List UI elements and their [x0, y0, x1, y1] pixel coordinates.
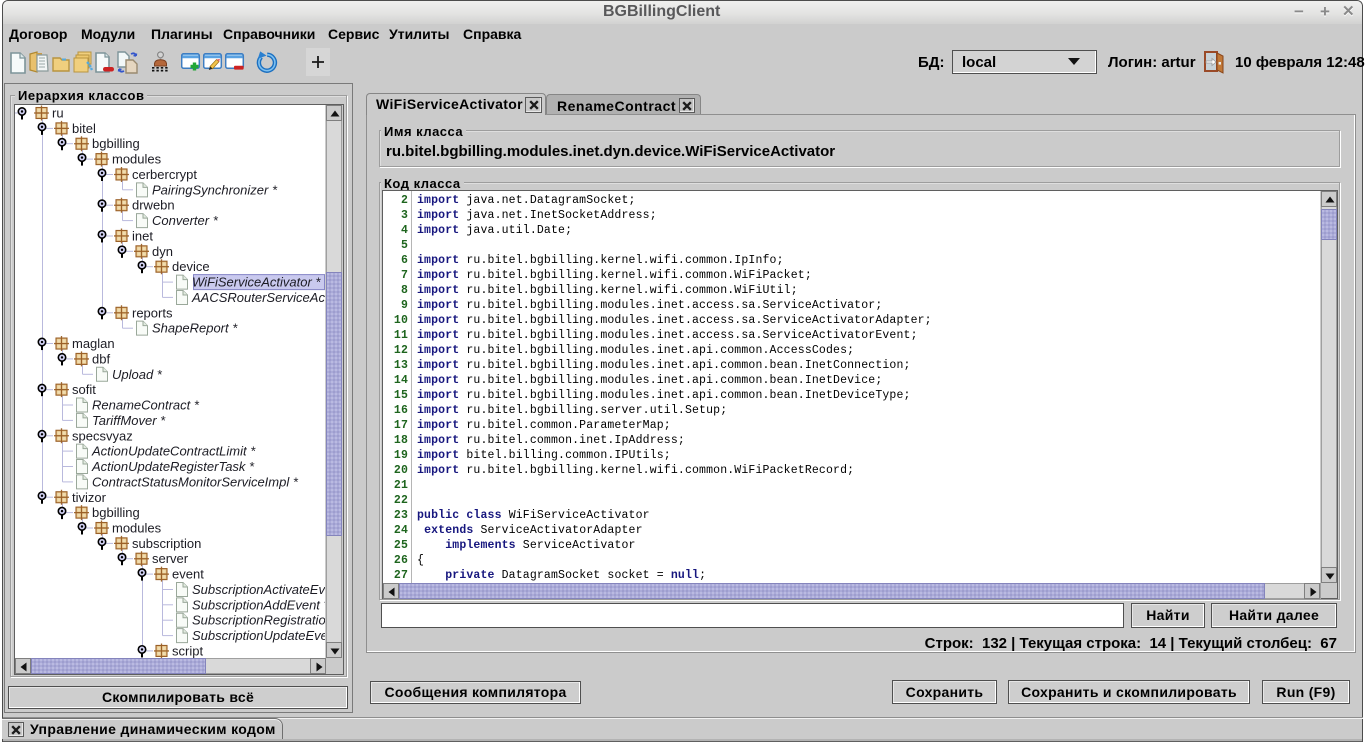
- svg-text:cerbercrypt: cerbercrypt: [132, 167, 197, 182]
- svg-text:event: event: [172, 567, 204, 582]
- svg-text:dbf: dbf: [92, 351, 110, 366]
- svg-text:ActionUpdateRegisterTask *: ActionUpdateRegisterTask *: [91, 459, 255, 474]
- svg-text:SubscriptionActivateEvent *: SubscriptionActivateEvent *: [192, 582, 325, 597]
- svg-text:ActionUpdateContractLimit *: ActionUpdateContractLimit *: [91, 444, 256, 459]
- svg-text:specsvyaz: specsvyaz: [72, 428, 133, 443]
- svg-text:server: server: [152, 551, 189, 566]
- svg-text:SubscriptionUpdateEvent *: SubscriptionUpdateEvent *: [192, 628, 325, 643]
- svg-text:modules: modules: [112, 521, 162, 536]
- svg-text:ru: ru: [52, 106, 64, 121]
- svg-text:device: device: [172, 259, 210, 274]
- svg-text:dyn: dyn: [152, 244, 173, 259]
- svg-text:sofit: sofit: [72, 382, 96, 397]
- svg-text:modules: modules: [112, 152, 162, 167]
- svg-text:inet: inet: [132, 229, 153, 244]
- svg-text:reports: reports: [132, 305, 173, 320]
- svg-text:Upload *: Upload *: [112, 367, 163, 382]
- svg-text:SubscriptionAddEvent *: SubscriptionAddEvent *: [192, 597, 325, 612]
- svg-text:AACSRouterServiceActivator *: AACSRouterServiceActivator *: [191, 290, 325, 305]
- svg-text:subscription: subscription: [132, 536, 201, 551]
- svg-text:TariffMover *: TariffMover *: [92, 413, 166, 428]
- svg-text:Converter *: Converter *: [152, 213, 219, 228]
- svg-text:ShapeReport *: ShapeReport *: [152, 321, 238, 336]
- svg-text:PairingSynchronizer *: PairingSynchronizer *: [152, 182, 278, 197]
- svg-text:maglan: maglan: [72, 336, 115, 351]
- svg-text:tivizor: tivizor: [72, 490, 107, 505]
- svg-text:bgbilling: bgbilling: [92, 136, 140, 151]
- svg-text:WiFiServiceActivator *: WiFiServiceActivator *: [192, 275, 321, 290]
- svg-text:RenameContract *: RenameContract *: [92, 398, 200, 413]
- svg-text:ContractStatusMonitorServiceIm: ContractStatusMonitorServiceImpl *: [92, 474, 299, 489]
- svg-text:bgbilling: bgbilling: [92, 505, 140, 520]
- svg-text:SubscriptionRegistrationEvent: SubscriptionRegistrationEvent *: [192, 613, 325, 628]
- svg-text:drwebn: drwebn: [132, 198, 175, 213]
- svg-text:script: script: [172, 643, 203, 658]
- svg-text:bitel: bitel: [72, 121, 96, 136]
